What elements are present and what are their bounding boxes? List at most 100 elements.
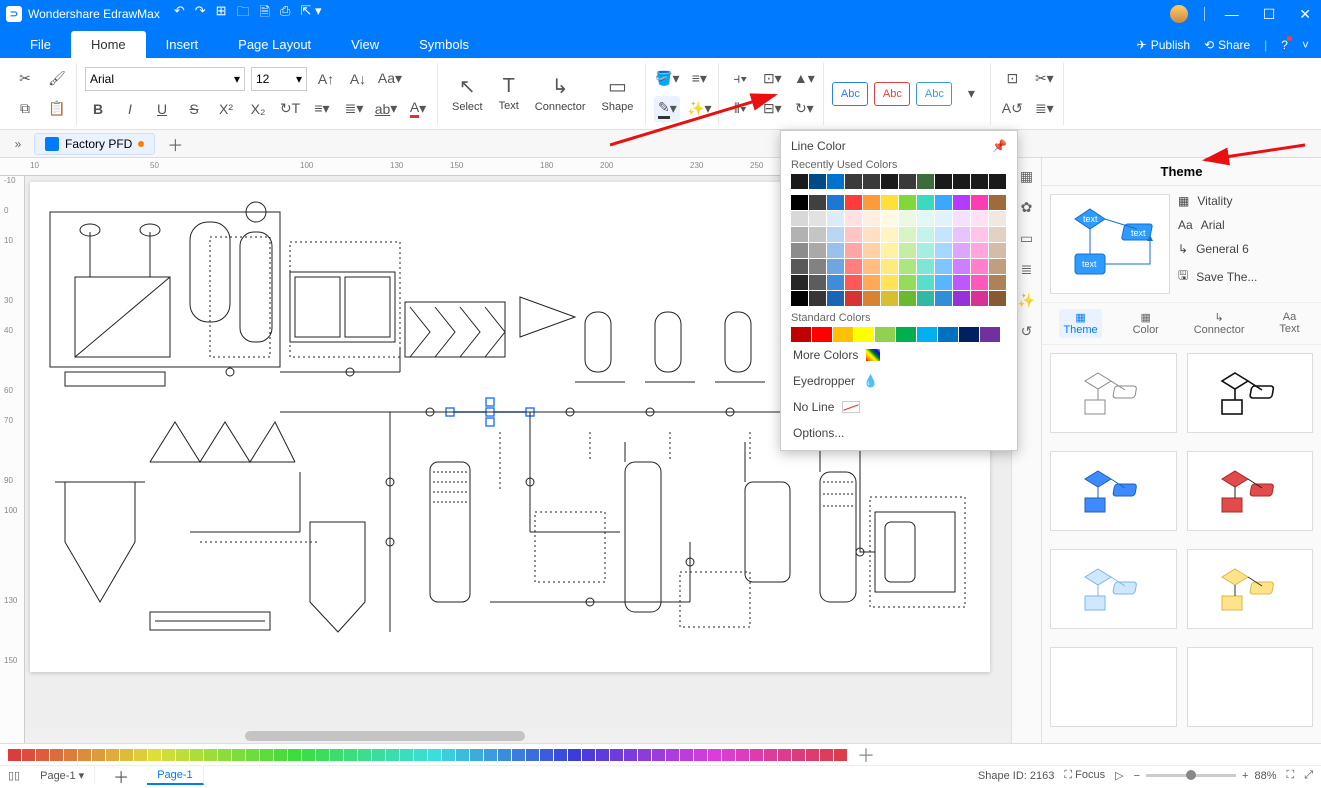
color-swatch[interactable] <box>568 749 581 761</box>
tab-insert[interactable]: Insert <box>146 31 219 58</box>
color-swatch[interactable] <box>827 259 844 274</box>
color-swatch[interactable] <box>827 291 844 306</box>
zoom-out-icon[interactable]: − <box>1134 770 1140 782</box>
fullscreen-icon[interactable]: ⤢ <box>1304 769 1313 782</box>
color-swatch[interactable] <box>316 749 329 761</box>
color-swatch[interactable] <box>484 749 497 761</box>
color-swatch[interactable] <box>881 211 898 226</box>
color-swatch[interactable] <box>917 275 934 290</box>
color-swatch[interactable] <box>134 749 147 761</box>
theme-card[interactable] <box>1187 451 1314 531</box>
close-icon[interactable]: ✕ <box>1295 6 1315 23</box>
color-swatch[interactable] <box>36 749 49 761</box>
color-swatch[interactable] <box>791 195 808 210</box>
color-swatch[interactable] <box>896 327 916 342</box>
color-swatch[interactable] <box>827 227 844 242</box>
color-swatch[interactable] <box>809 195 826 210</box>
color-swatch[interactable] <box>881 243 898 258</box>
color-swatch[interactable] <box>899 291 916 306</box>
line-options[interactable]: Options... <box>791 420 1007 446</box>
sidetool-clipart-icon[interactable]: ✿ <box>1021 199 1033 216</box>
color-swatch[interactable] <box>834 749 847 761</box>
color-swatch[interactable] <box>953 243 970 258</box>
italic-icon[interactable]: I <box>117 96 143 122</box>
color-swatch[interactable] <box>827 275 844 290</box>
theme-card[interactable] <box>1050 353 1177 433</box>
color-swatch[interactable] <box>414 749 427 761</box>
line-color-button[interactable]: ✎▾ <box>654 96 680 122</box>
font-size-combo[interactable]: 12▾ <box>251 67 307 91</box>
color-swatch[interactable] <box>845 243 862 258</box>
rotate-icon[interactable]: ↻▾ <box>791 96 817 122</box>
color-swatch[interactable] <box>666 749 679 761</box>
color-swatch[interactable] <box>827 174 844 189</box>
color-swatch[interactable] <box>881 174 898 189</box>
color-swatch[interactable] <box>971 243 988 258</box>
theme-cat-connector[interactable]: ↳Connector <box>1190 309 1249 338</box>
sidetool-frame-icon[interactable]: ▭ <box>1020 230 1033 247</box>
color-swatch[interactable] <box>809 291 826 306</box>
tab-home[interactable]: Home <box>71 31 146 58</box>
shape-tool[interactable]: ▭Shape <box>596 72 640 115</box>
color-swatch[interactable] <box>863 243 880 258</box>
color-swatch[interactable] <box>22 749 35 761</box>
minimize-icon[interactable]: — <box>1221 6 1243 22</box>
add-color-icon[interactable]: ＋ <box>857 742 875 768</box>
color-swatch[interactable] <box>845 291 862 306</box>
color-swatch[interactable] <box>953 291 970 306</box>
sidetool-ai-icon[interactable]: ✨ <box>1018 292 1035 309</box>
color-swatch[interactable] <box>791 259 808 274</box>
color-swatch[interactable] <box>845 195 862 210</box>
flip-icon[interactable]: ▲▾ <box>791 66 817 92</box>
color-swatch[interactable] <box>792 749 805 761</box>
color-swatch[interactable] <box>540 749 553 761</box>
color-swatch[interactable] <box>935 211 952 226</box>
theme-card[interactable] <box>1050 647 1177 727</box>
quick-style-3[interactable]: Abc <box>916 82 952 106</box>
select-tool[interactable]: ↖Select <box>446 72 489 115</box>
color-swatch[interactable] <box>582 749 595 761</box>
export-icon[interactable]: ⇱ ▾ <box>300 3 321 25</box>
color-swatch[interactable] <box>971 291 988 306</box>
color-swatch[interactable] <box>791 291 808 306</box>
color-swatch[interactable] <box>881 227 898 242</box>
color-swatch[interactable] <box>899 227 916 242</box>
color-swatch[interactable] <box>791 227 808 242</box>
color-swatch[interactable] <box>288 749 301 761</box>
color-swatch[interactable] <box>971 195 988 210</box>
color-swatch[interactable] <box>809 211 826 226</box>
color-swatch[interactable] <box>694 749 707 761</box>
color-swatch[interactable] <box>809 174 826 189</box>
color-swatch[interactable] <box>953 174 970 189</box>
increase-font-icon[interactable]: A↑ <box>313 66 339 92</box>
color-swatch[interactable] <box>809 227 826 242</box>
sidetool-symbols-icon[interactable]: ▦ <box>1020 168 1033 185</box>
no-line[interactable]: No Line <box>791 394 1007 420</box>
tab-view[interactable]: View <box>331 31 399 58</box>
color-swatch[interactable] <box>971 227 988 242</box>
color-swatch[interactable] <box>512 749 525 761</box>
color-swatch[interactable] <box>989 259 1006 274</box>
tab-symbols[interactable]: Symbols <box>399 31 489 58</box>
color-swatch[interactable] <box>989 211 1006 226</box>
color-swatch[interactable] <box>260 749 273 761</box>
color-swatch[interactable] <box>899 259 916 274</box>
find-icon[interactable]: ⊡ <box>999 66 1025 92</box>
effects-icon[interactable]: ✨▾ <box>686 96 712 122</box>
open-icon[interactable]: 🗀 <box>237 3 250 25</box>
color-swatch[interactable] <box>722 749 735 761</box>
color-swatch[interactable] <box>456 749 469 761</box>
help-icon[interactable]: ? <box>1281 38 1288 52</box>
color-swatch[interactable] <box>78 749 91 761</box>
color-swatch[interactable] <box>989 275 1006 290</box>
color-swatch[interactable] <box>176 749 189 761</box>
color-swatch[interactable] <box>736 749 749 761</box>
color-swatch[interactable] <box>863 291 880 306</box>
theme-card[interactable] <box>1187 549 1314 629</box>
font-family-combo[interactable]: Arial▾ <box>85 67 245 91</box>
change-case-icon[interactable]: Aa▾ <box>377 66 403 92</box>
color-swatch[interactable] <box>845 227 862 242</box>
color-swatch[interactable] <box>971 174 988 189</box>
color-swatch[interactable] <box>791 211 808 226</box>
color-swatch[interactable] <box>8 749 21 761</box>
